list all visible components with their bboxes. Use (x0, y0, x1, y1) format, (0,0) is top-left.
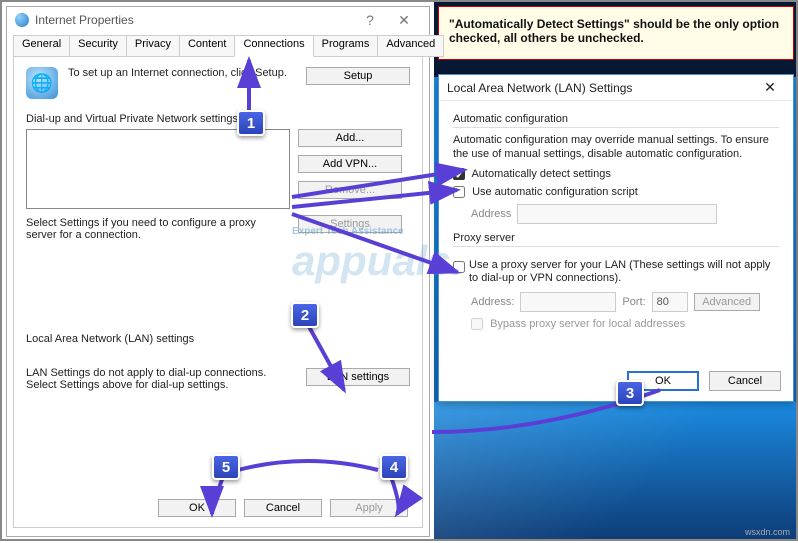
use-proxy-label: Use a proxy server for your LAN (These s… (469, 259, 779, 287)
lan-titlebar: Local Area Network (LAN) Settings ✕ (439, 75, 793, 101)
proxy-port-label: Port: (622, 296, 645, 308)
cancel-button[interactable]: Cancel (244, 499, 322, 517)
use-proxy-checkbox[interactable] (453, 261, 465, 273)
auto-config-desc: Automatic configuration may override man… (453, 134, 779, 162)
select-settings-text: Select Settings if you need to configure… (26, 217, 286, 241)
ok-button[interactable]: OK (158, 499, 236, 517)
tab-privacy[interactable]: Privacy (126, 35, 180, 57)
tab-content[interactable]: Content (179, 35, 236, 57)
titlebar: Internet Properties ? ✕ (7, 7, 429, 33)
autoscript-checkbox[interactable] (453, 186, 465, 198)
setup-text: To set up an Internet connection, click … (68, 67, 296, 79)
autodetect-label: Automatically detect settings (471, 168, 610, 180)
remove-button: Remove... (298, 181, 402, 199)
tab-security[interactable]: Security (69, 35, 127, 57)
lan-window-title: Local Area Network (LAN) Settings (447, 81, 632, 95)
tab-programs[interactable]: Programs (313, 35, 379, 57)
connections-listbox[interactable] (26, 129, 290, 209)
callout-2: 2 (291, 302, 319, 328)
apply-button: Apply (330, 499, 408, 517)
advanced-button: Advanced (694, 293, 760, 311)
callout-5: 5 (212, 454, 240, 480)
instruction-note: "Automatically Detect Settings" should b… (438, 6, 794, 60)
tab-general[interactable]: General (13, 35, 70, 57)
globe-icon (15, 13, 29, 27)
auto-config-header: Automatic configuration (453, 113, 779, 125)
lan-settings-window: Local Area Network (LAN) Settings ✕ Auto… (438, 74, 794, 402)
lan-desc-text: LAN Settings do not apply to dial-up con… (26, 367, 286, 391)
proxy-header: Proxy server (453, 232, 779, 244)
credit-text: wsxdn.com (745, 527, 790, 537)
callout-3: 3 (616, 380, 644, 406)
close-button[interactable]: ✕ (387, 9, 421, 31)
tab-strip: General Security Privacy Content Connect… (7, 35, 429, 57)
proxy-address-input (520, 292, 616, 312)
add-button[interactable]: Add... (298, 129, 402, 147)
dialup-group-label: Dial-up and Virtual Private Network sett… (26, 113, 410, 125)
callout-4: 4 (380, 454, 408, 480)
setup-button[interactable]: Setup (306, 67, 410, 85)
autoscript-label: Use automatic configuration script (472, 186, 638, 198)
add-vpn-button[interactable]: Add VPN... (298, 155, 402, 173)
window-title: Internet Properties (35, 13, 134, 27)
lan-cancel-button[interactable]: Cancel (709, 371, 781, 391)
autodetect-checkbox[interactable] (453, 168, 465, 180)
help-button[interactable]: ? (353, 9, 387, 31)
script-address-label: Address (471, 208, 511, 220)
proxy-address-label: Address: (471, 296, 514, 308)
settings-button: Settings (298, 215, 402, 233)
script-address-input (517, 204, 717, 224)
connection-wizard-icon: 🌐 (26, 67, 58, 99)
bypass-checkbox (471, 318, 483, 330)
bypass-label: Bypass proxy server for local addresses (490, 318, 685, 330)
lan-close-button[interactable]: ✕ (755, 79, 785, 96)
callout-1: 1 (237, 110, 265, 136)
lan-group-label: Local Area Network (LAN) settings (26, 333, 410, 345)
tab-advanced[interactable]: Advanced (377, 35, 444, 57)
lan-settings-button[interactable]: LAN settings (306, 368, 410, 386)
tab-connections[interactable]: Connections (234, 35, 313, 57)
proxy-port-input (652, 292, 688, 312)
